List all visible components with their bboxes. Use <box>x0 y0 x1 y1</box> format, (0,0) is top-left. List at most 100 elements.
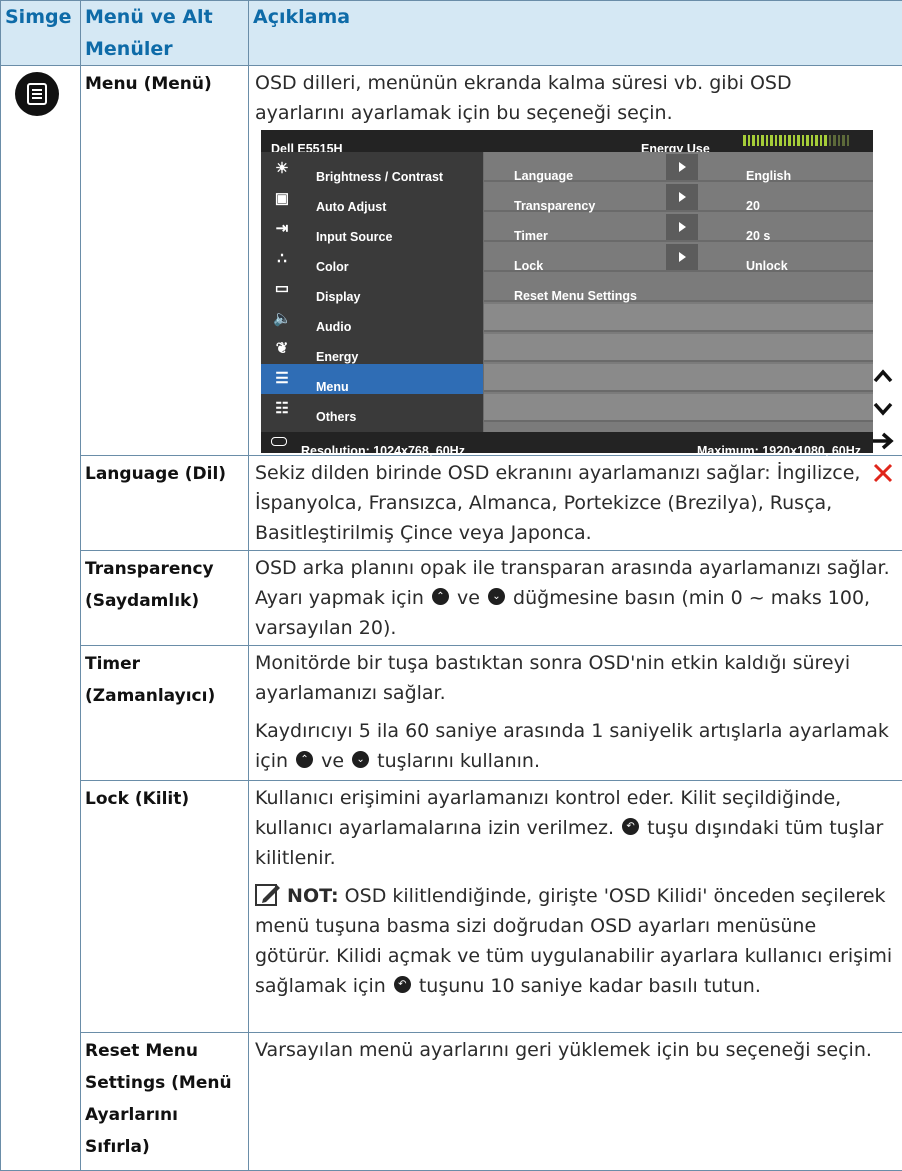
osd-resolution: Resolution: 1024x768, 60Hz <box>301 436 465 466</box>
description-timer: Monitörde bir tuşa bastıktan sonra OSD'n… <box>249 646 902 781</box>
description-language: Sekiz dilden birinde OSD ekranını ayarla… <box>249 456 902 551</box>
osd-screenshot: Dell E5515H Energy Use ☀Brightness / Con… <box>261 130 873 453</box>
submenu-timer: Timer (Zamanlayıcı) <box>81 646 249 781</box>
submenu-arrow-icon[interactable] <box>666 214 698 240</box>
osd-setting-row <box>484 364 873 392</box>
display-icon: ▭ <box>273 280 291 298</box>
osd-menu-item[interactable]: ☷Others <box>261 394 483 424</box>
table-row-language: Language (Dil) Sekiz dilden birinde OSD … <box>1 456 902 551</box>
menu-icon <box>15 72 59 116</box>
energy-meter-bar <box>806 135 809 146</box>
icon-cell <box>1 66 81 1171</box>
osd-menu-item[interactable]: ▭Display <box>261 274 483 304</box>
energy-meter-bar <box>838 135 841 146</box>
osd-menu-item[interactable]: ⇥Input Source <box>261 214 483 244</box>
down-button-icon: ⌄ <box>488 588 505 605</box>
back-button-icon: ↶ <box>394 976 411 993</box>
transparency-text-b: ve <box>457 587 480 609</box>
auto-adjust-icon: ▣ <box>273 190 291 208</box>
energy-meter-bar <box>784 135 787 146</box>
osd-setting-row[interactable]: Reset Menu Settings <box>484 274 873 302</box>
osd-maximum: Maximum: 1920x1080, 60Hz <box>697 436 861 466</box>
submenu-menu: Menu (Menü) <box>81 66 249 456</box>
osd-setting-row[interactable]: LockUnlock <box>484 244 873 272</box>
energy-meter-bar <box>847 135 850 146</box>
timer-text-c: tuşlarını kullanın. <box>377 750 540 772</box>
color-dots-icon: ∴ <box>273 250 291 268</box>
up-arrow-icon[interactable] <box>868 362 898 392</box>
osd-title-bar: Dell E5515H Energy Use <box>261 130 873 152</box>
right-arrow-icon[interactable] <box>868 426 898 456</box>
energy-meter-bar <box>793 135 796 146</box>
table-row-reset: Reset Menu Settings (Menü Ayarlarını Sıf… <box>1 1033 902 1171</box>
table-row-transparency: Transparency (Saydamlık) OSD arka planın… <box>1 551 902 646</box>
description-menu: OSD dilleri, menünün ekranda kalma süres… <box>249 66 902 456</box>
energy-meter-bar <box>748 135 751 146</box>
osd-setting-row <box>484 394 873 422</box>
table-header-row: Simge Menü ve Alt Menüler Açıklama <box>1 1 902 66</box>
description-lock: Kullanıcı erişimini ayarlamanızı kontrol… <box>249 781 902 1033</box>
osd-setting-row <box>484 334 873 362</box>
speaker-icon: 🔈 <box>273 310 291 328</box>
timer-text-b: ve <box>321 750 344 772</box>
osd-menu-item[interactable]: ∴Color <box>261 244 483 274</box>
submenu-arrow-icon[interactable] <box>666 154 698 180</box>
description-reset: Varsayılan menü ayarlarını geri yüklemek… <box>249 1033 902 1171</box>
note-text-b: tuşunu 10 saniye kadar basılı tutun. <box>419 975 761 997</box>
energy-meter-bar <box>770 135 773 146</box>
header-submenu: Menü ve Alt Menüler <box>81 1 249 66</box>
header-icon: Simge <box>1 1 81 66</box>
energy-meter-bar <box>829 135 832 146</box>
description-transparency: OSD arka planını opak ile transparan ara… <box>249 551 902 646</box>
vga-cable-icon <box>271 437 287 446</box>
osd-status-bar: Resolution: 1024x768, 60Hz Maximum: 1920… <box>261 432 873 453</box>
header-description: Açıklama <box>249 1 902 66</box>
submenu-lock: Lock (Kilit) <box>81 781 249 1033</box>
energy-meter-bar <box>802 135 805 146</box>
submenu-arrow-icon[interactable] <box>666 184 698 210</box>
osd-menu-item[interactable]: ▣Auto Adjust <box>261 184 483 214</box>
osd-setting-row[interactable]: Timer20 s <box>484 214 873 242</box>
down-button-icon: ⌄ <box>352 751 369 768</box>
up-button-icon: ⌃ <box>432 588 449 605</box>
energy-meter-bar <box>766 135 769 146</box>
menu-description-text: OSD dilleri, menünün ekranda kalma süres… <box>255 68 896 128</box>
submenu-language: Language (Dil) <box>81 456 249 551</box>
up-button-icon: ⌃ <box>296 751 313 768</box>
osd-setting-row[interactable]: Transparency20 <box>484 184 873 212</box>
sun-icon: ☀ <box>273 160 291 178</box>
osd-menu-item-label: Others <box>316 402 356 432</box>
energy-meter-bar <box>788 135 791 146</box>
table-row-lock: Lock (Kilit) Kullanıcı erişimini ayarlam… <box>1 781 902 1033</box>
energy-meter-bar <box>761 135 764 146</box>
osd-menu-item[interactable]: 🔈Audio <box>261 304 483 334</box>
back-button-icon: ↶ <box>622 818 639 835</box>
osd-menu-list: ☀Brightness / Contrast▣Auto Adjust⇥Input… <box>261 152 483 432</box>
submenu-arrow-icon[interactable] <box>666 244 698 270</box>
submenu-transparency: Transparency (Saydamlık) <box>81 551 249 646</box>
osd-setting-row[interactable]: LanguageEnglish <box>484 154 873 182</box>
menu-settings-table: Simge Menü ve Alt Menüler Açıklama Menu … <box>0 0 902 1171</box>
language-description-text: Sekiz dilden birinde OSD ekranını ayarla… <box>255 458 896 548</box>
close-x-icon[interactable] <box>868 458 898 488</box>
osd-menu-item[interactable]: ☰Menu <box>261 364 483 394</box>
table-row-timer: Timer (Zamanlayıcı) Monitörde bir tuşa b… <box>1 646 902 781</box>
osd-menu-item[interactable]: ❦Energy <box>261 334 483 364</box>
down-arrow-icon[interactable] <box>868 394 898 424</box>
input-source-icon: ⇥ <box>273 220 291 238</box>
energy-meter-bar <box>775 135 778 146</box>
timer-text-a: Kaydırıcıyı 5 ila 60 saniye arasında 1 s… <box>255 720 889 772</box>
energy-meter-bar <box>842 135 845 146</box>
table-row-menu: Menu (Menü) OSD dilleri, menünün ekranda… <box>1 66 902 456</box>
energy-meter-bar <box>757 135 760 146</box>
energy-meter-bar <box>820 135 823 146</box>
note-pencil-icon <box>255 882 281 906</box>
front-panel-buttons <box>862 0 902 1169</box>
energy-meter-bar <box>752 135 755 146</box>
note-label: NOT: <box>287 885 339 907</box>
osd-setting-row <box>484 304 873 332</box>
osd-menu-item[interactable]: ☀Brightness / Contrast <box>261 154 483 184</box>
energy-meter-bar <box>779 135 782 146</box>
energy-meter-bar <box>815 135 818 146</box>
energy-meter-bar <box>797 135 800 146</box>
